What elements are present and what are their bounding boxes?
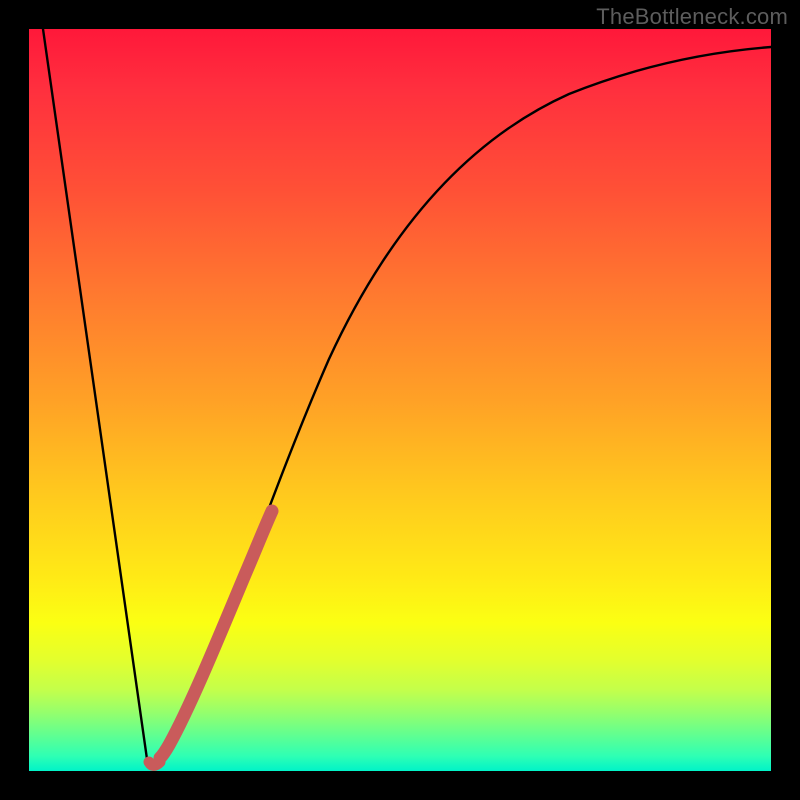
curve-layer — [29, 29, 771, 771]
highlight-segment — [160, 511, 272, 758]
chart-frame: TheBottleneck.com — [0, 0, 800, 800]
plot-area — [29, 29, 771, 771]
watermark-text: TheBottleneck.com — [596, 4, 788, 30]
highlight-floor — [149, 762, 160, 766]
bottleneck-curve — [43, 29, 771, 766]
